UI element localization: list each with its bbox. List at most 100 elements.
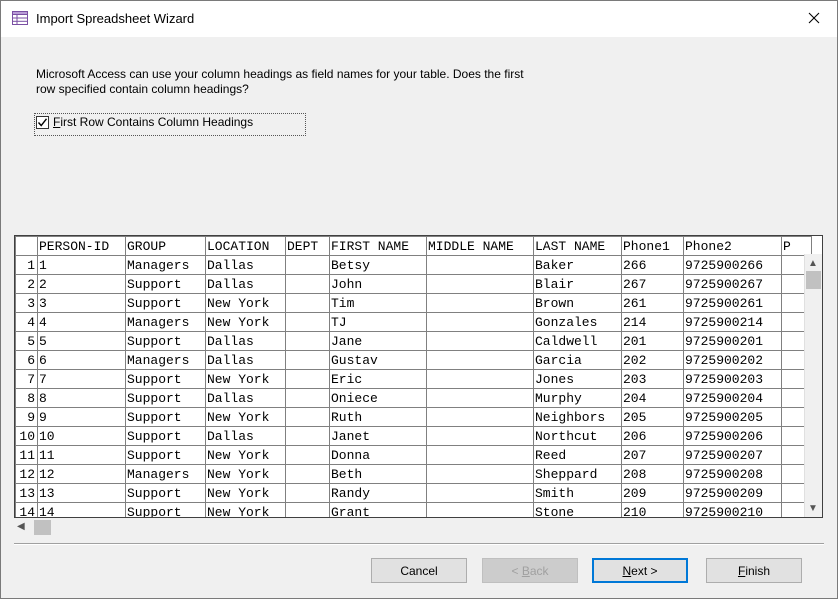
row-number: 8 [15,388,38,408]
table-cell [285,369,330,389]
grid-body: 1 1 Managers Dallas Betsy Baker 266 9725900266 2… [15,255,812,517]
table-cell [285,464,330,484]
table-cell: New York [205,369,286,389]
table-cell [426,274,534,294]
column-header[interactable]: PERSON-ID [37,236,126,256]
scroll-down-icon[interactable]: ▼ [808,503,818,515]
scroll-left-icon[interactable]: ◀ [17,521,25,533]
table-row: 6 6 Managers Dallas Gustav Garcia 202 972590020… [15,350,812,370]
column-header[interactable]: Phone2 [683,236,782,256]
checkmark-icon [37,118,48,127]
column-header[interactable]: GROUP [125,236,206,256]
table-cell: Stone [533,502,622,517]
access-table-icon [12,11,28,25]
table-cell: Murphy [533,388,622,408]
table-row: 9 9 Support New York Ruth Neighbors 205 9725900… [15,407,812,427]
first-row-headings-checkbox[interactable]: First Row Contains Column Headings [34,113,306,136]
scroll-up-icon[interactable]: ▲ [808,258,818,270]
row-number: 13 [15,483,38,503]
column-header[interactable]: LAST NAME [533,236,622,256]
window-title: Import Spreadsheet Wizard [36,11,195,26]
table-cell [285,331,330,351]
back-button[interactable]: < Back [482,558,578,583]
table-cell: Ruth [329,407,427,427]
table-cell: Dallas [205,274,286,294]
table-cell: Support [125,445,206,465]
table-cell [285,350,330,370]
column-header[interactable]: LOCATION [205,236,286,256]
table-cell: Support [125,388,206,408]
table-cell: 209 [621,483,684,503]
row-number: 9 [15,407,38,427]
table-cell [426,407,534,427]
table-cell: 201 [621,331,684,351]
table-cell [426,445,534,465]
table-cell: 1 [37,255,126,275]
table-cell: Support [125,483,206,503]
table-cell: 266 [621,255,684,275]
table-cell: Reed [533,445,622,465]
table-cell: Beth [329,464,427,484]
table-cell: 9725900208 [683,464,782,484]
table-cell: Support [125,407,206,427]
table-cell: New York [205,502,286,517]
column-header[interactable]: MIDDLE NAME [426,236,534,256]
table-cell: TJ [329,312,427,332]
checkbox-label: First Row Contains Column Headings [53,115,254,129]
table-row: 5 5 Support Dallas Jane Caldwell 201 9725900201 [15,331,812,351]
row-number: 3 [15,293,38,313]
table-cell: Dallas [205,331,286,351]
table-cell: 2 [37,274,126,294]
table-cell: 261 [621,293,684,313]
row-number: 10 [15,426,38,446]
table-cell: 10 [37,426,126,446]
vertical-scrollbar[interactable]: ▲ ▼ [804,254,822,517]
row-number: 7 [15,369,38,389]
data-preview-grid[interactable]: PERSON-ID GROUP LOCATION DEPT FIRST NAME MIDD… [14,235,823,518]
column-header[interactable]: P [781,236,812,256]
vertical-scroll-thumb[interactable] [806,271,821,289]
table-cell: Support [125,293,206,313]
row-number: 4 [15,312,38,332]
table-cell: Jane [329,331,427,351]
table-cell: 9725900266 [683,255,782,275]
table-cell: Blair [533,274,622,294]
table-cell: Jones [533,369,622,389]
cancel-button[interactable]: Cancel [371,558,467,583]
table-cell: New York [205,312,286,332]
horizontal-scroll-thumb[interactable] [34,520,51,535]
close-button[interactable] [791,1,837,37]
table-cell [426,369,534,389]
table-cell: 205 [621,407,684,427]
row-number: 14 [15,502,38,517]
table-cell: 9725900267 [683,274,782,294]
table-cell: Northcut [533,426,622,446]
table-cell: Grant [329,502,427,517]
table-cell [426,331,534,351]
table-cell: 214 [621,312,684,332]
horizontal-scrollbar[interactable]: ◀ [14,519,806,536]
column-header[interactable]: FIRST NAME [329,236,427,256]
table-cell: Managers [125,312,206,332]
table-cell: 9725900210 [683,502,782,517]
table-row: 2 2 Support Dallas John Blair 267 9725900267 [15,274,812,294]
table-cell [285,407,330,427]
table-cell: Gustav [329,350,427,370]
table-cell: 13 [37,483,126,503]
row-number: 11 [15,445,38,465]
table-cell: 3 [37,293,126,313]
column-header[interactable]: DEPT [285,236,330,256]
table-cell [285,502,330,517]
next-button[interactable]: Next > [592,558,688,583]
table-cell: 9725900201 [683,331,782,351]
table-cell [426,350,534,370]
preview-table: PERSON-ID GROUP LOCATION DEPT FIRST NAME MIDD… [15,236,812,517]
table-row: 4 4 Managers New York TJ Gonzales 214 972590021… [15,312,812,332]
table-cell: 9725900203 [683,369,782,389]
table-cell: Oniece [329,388,427,408]
checkbox-box[interactable] [36,116,49,129]
finish-button[interactable]: Finish [706,558,802,583]
table-cell: Support [125,331,206,351]
column-header[interactable]: Phone1 [621,236,684,256]
table-cell: 8 [37,388,126,408]
